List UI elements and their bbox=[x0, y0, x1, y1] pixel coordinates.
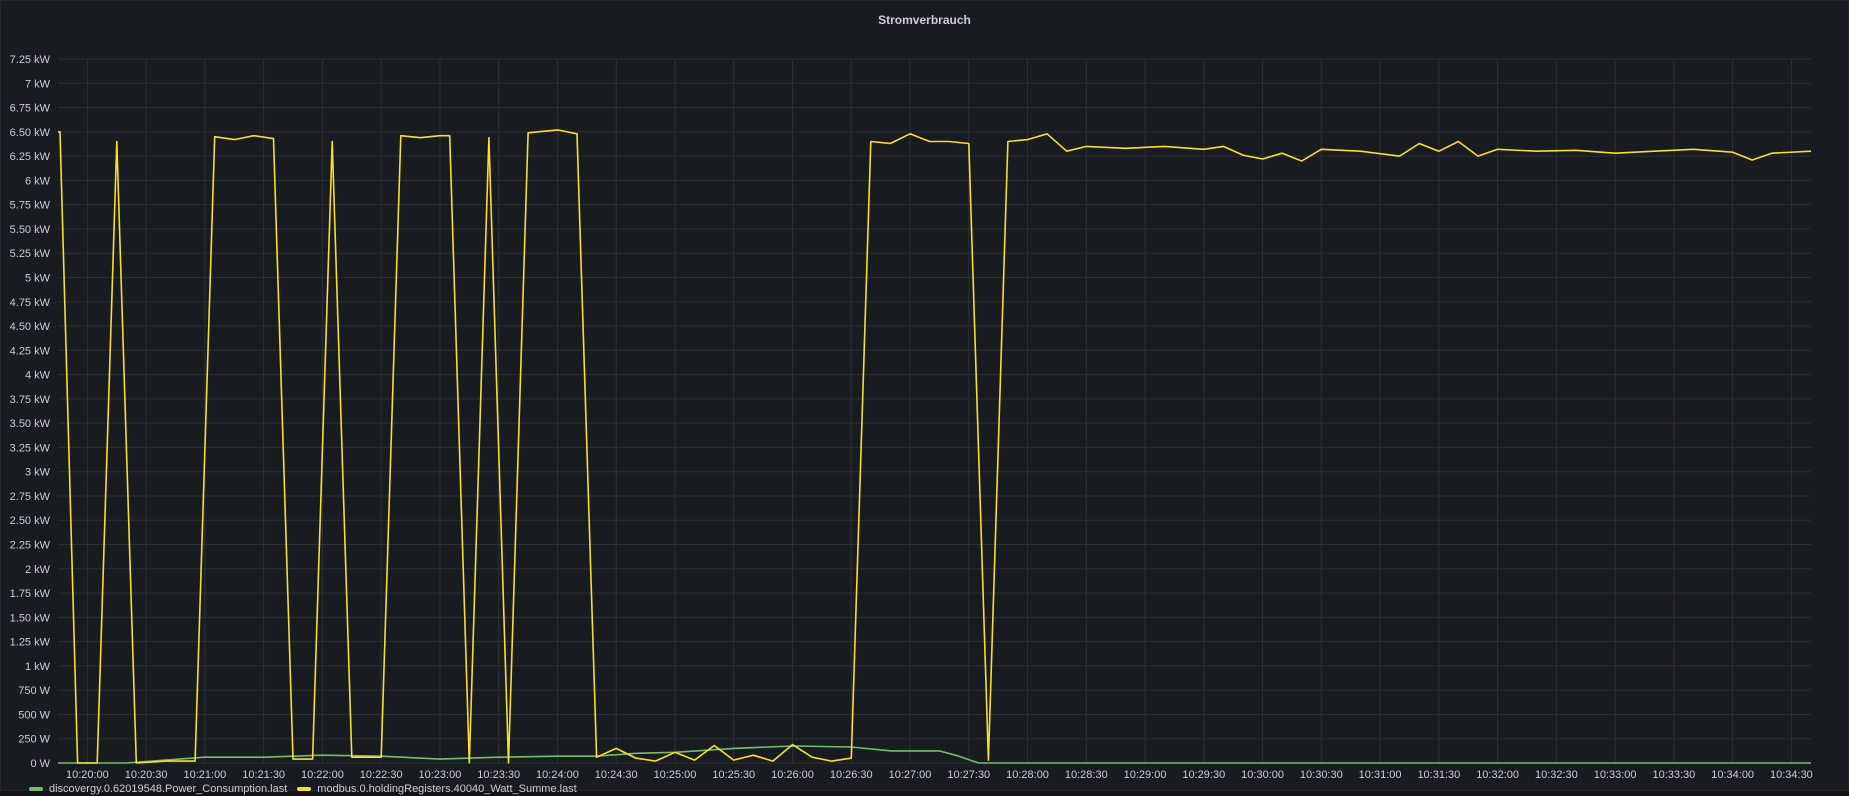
y-tick-label: 6.25 kW bbox=[10, 151, 51, 163]
y-tick-label: 7 kW bbox=[25, 78, 51, 90]
y-tick-label: 2.75 kW bbox=[10, 491, 51, 503]
legend-swatch-yellow bbox=[297, 787, 312, 791]
series-line-modbus[interactable] bbox=[58, 129, 1812, 764]
y-tick-label: 250 W bbox=[18, 734, 50, 746]
legend-swatch-green bbox=[29, 787, 43, 791]
x-tick-label: 10:21:00 bbox=[183, 769, 226, 781]
y-tick-label: 3 kW bbox=[25, 467, 51, 479]
legend-label: modbus.0.holdingRegisters.40040_Watt_Sum… bbox=[317, 783, 577, 795]
y-tick-label: 2 kW bbox=[25, 564, 51, 576]
graph-panel: Stromverbrauch 0 W 250 W 500 W 750 W1 kW 1.2… bbox=[0, 0, 1849, 795]
x-tick-label: 10:28:30 bbox=[1065, 769, 1108, 781]
y-tick-label: 5.75 kW bbox=[10, 200, 51, 212]
y-tick-label: 7.25 kW bbox=[10, 54, 51, 66]
x-tick-label: 10:34:30 bbox=[1770, 769, 1813, 781]
x-tick-label: 10:26:00 bbox=[771, 769, 814, 781]
x-tick-label: 10:33:30 bbox=[1652, 769, 1695, 781]
x-tick-label: 10:21:30 bbox=[242, 769, 285, 781]
y-tick-label: 750 W bbox=[18, 685, 50, 697]
y-tick-label: 3.75 kW bbox=[10, 394, 51, 406]
y-tick-label: 3.50 kW bbox=[10, 418, 51, 430]
y-tick-label: 1.50 kW bbox=[10, 612, 51, 624]
y-tick-label: 5.25 kW bbox=[10, 248, 51, 260]
x-tick-label: 10:28:00 bbox=[1006, 769, 1049, 781]
time-series-chart[interactable]: 0 W 250 W 500 W 750 W 1 kW 1.25 kW 1.50 kW 1.75… bbox=[1, 1, 1849, 792]
y-tick-label: 4.25 kW bbox=[10, 345, 51, 357]
x-tick-label: 10:25:00 bbox=[654, 769, 697, 781]
y-axis-labels: 0 W 250 W 500 W 750 W 1 kW 1.25 kW 1.50 kW 1.75… bbox=[10, 54, 51, 770]
y-tick-label: 1.75 kW bbox=[10, 588, 51, 600]
x-tick-label: 10:22:30 bbox=[360, 769, 403, 781]
y-tick-label: 2.50 kW bbox=[10, 515, 51, 527]
y-tick-label: 500 W bbox=[18, 709, 50, 721]
x-tick-label: 10:30:00 bbox=[1241, 769, 1284, 781]
y-tick-label: 0 W bbox=[30, 758, 50, 770]
x-axis-labels: 10:20:00 10:20:30 10:21:00 10:21:30 10:22:00… bbox=[66, 769, 1813, 781]
y-tick-label: 2.25 kW bbox=[10, 540, 51, 552]
y-tick-label: 6 kW bbox=[25, 175, 51, 187]
y-tick-label: 1.25 kW bbox=[10, 637, 51, 649]
x-tick-label: 10:29:30 bbox=[1182, 769, 1225, 781]
x-tick-label: 10:34:00 bbox=[1711, 769, 1754, 781]
y-tick-label: 5 kW bbox=[25, 272, 51, 284]
x-tick-label: 10:32:00 bbox=[1476, 769, 1519, 781]
x-tick-label: 10:27:30 bbox=[947, 769, 990, 781]
x-tick-label: 10:23:00 bbox=[419, 769, 462, 781]
x-tick-label: 10:26:30 bbox=[830, 769, 873, 781]
y-tick-label: 6.50 kW bbox=[10, 127, 51, 139]
y-tick-label: 4.50 kW bbox=[10, 321, 51, 333]
x-tick-label: 10:22:00 bbox=[301, 769, 344, 781]
legend-item-modbus[interactable]: modbus.0.holdingRegisters.40040_Watt_Sum… bbox=[297, 783, 577, 795]
series-line-discovergy[interactable] bbox=[58, 745, 1811, 764]
y-tick-label: 4.75 kW bbox=[10, 297, 51, 309]
x-tick-label: 10:24:30 bbox=[595, 769, 638, 781]
x-tick-label: 10:20:00 bbox=[66, 769, 109, 781]
x-tick-label: 10:30:30 bbox=[1300, 769, 1343, 781]
legend-label: discovergy.0.62019548.Power_Consumption.… bbox=[49, 783, 288, 795]
legend-item-discovergy[interactable]: discovergy.0.62019548.Power_Consumption.… bbox=[29, 783, 287, 795]
grid bbox=[58, 58, 1811, 764]
x-tick-label: 10:31:00 bbox=[1359, 769, 1402, 781]
x-tick-label: 10:24:00 bbox=[536, 769, 579, 781]
y-tick-label: 6.75 kW bbox=[10, 103, 51, 115]
y-tick-label: 1 kW bbox=[25, 661, 51, 673]
x-tick-label: 10:29:00 bbox=[1124, 769, 1167, 781]
x-tick-label: 10:31:30 bbox=[1417, 769, 1460, 781]
series-lines bbox=[58, 129, 1812, 764]
x-tick-label: 10:32:30 bbox=[1535, 769, 1578, 781]
legend: discovergy.0.62019548.Power_Consumption.… bbox=[29, 782, 577, 796]
y-tick-label: 5.50 kW bbox=[10, 224, 51, 236]
x-tick-label: 10:25:30 bbox=[712, 769, 755, 781]
y-tick-label: 3.25 kW bbox=[10, 442, 51, 454]
y-tick-label: 4 kW bbox=[25, 370, 51, 382]
x-tick-label: 10:20:30 bbox=[125, 769, 168, 781]
x-tick-label: 10:27:00 bbox=[889, 769, 932, 781]
x-tick-label: 10:23:30 bbox=[477, 769, 520, 781]
x-tick-label: 10:33:00 bbox=[1594, 769, 1637, 781]
